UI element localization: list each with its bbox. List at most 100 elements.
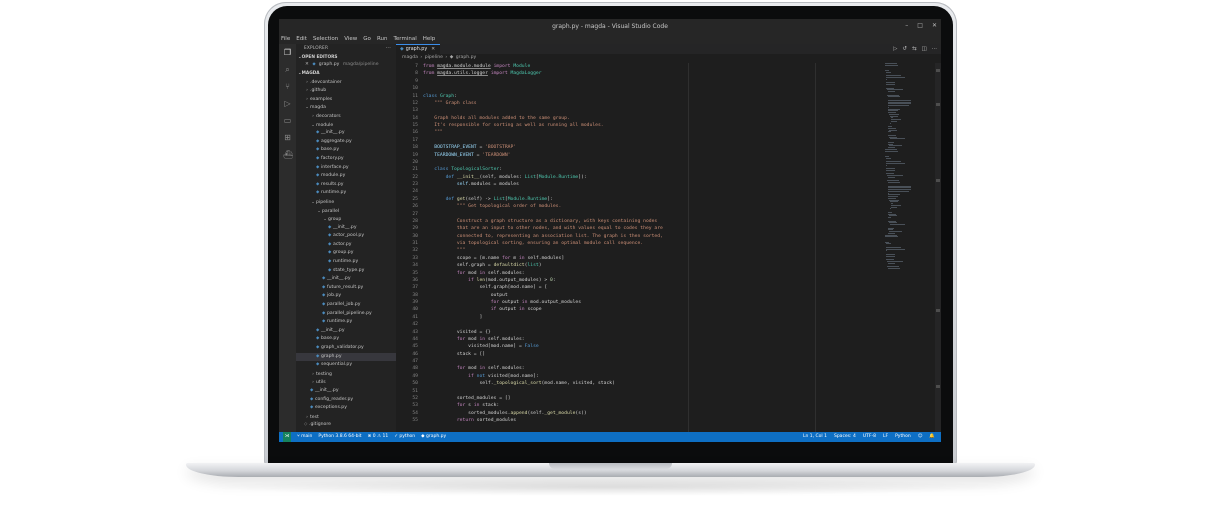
minimize-icon[interactable]: –: [905, 22, 908, 29]
tree-file[interactable]: ◆ aggregate.py: [296, 138, 396, 147]
tree-file[interactable]: ◆ actor_pool.py: [296, 232, 396, 241]
tree-file[interactable]: ◆ graph_validator.py: [296, 344, 396, 353]
debug-icon[interactable]: ▷: [283, 99, 292, 108]
tree-folder[interactable]: ⌄group: [296, 215, 396, 224]
tree-file[interactable]: ◆ interface.py: [296, 164, 396, 173]
tree-folder[interactable]: › .github: [296, 86, 396, 95]
encoding[interactable]: UTF-8: [863, 432, 876, 442]
more-actions-icon[interactable]: ···: [932, 46, 937, 52]
indentation[interactable]: Spaces: 4: [834, 432, 856, 442]
tree-file[interactable]: ◆ parallel_job.py: [296, 301, 396, 310]
tree-file[interactable]: ◆ __init__.py: [296, 275, 396, 284]
menu-item-file[interactable]: File: [281, 36, 290, 42]
vertical-scrollbar[interactable]: [935, 63, 941, 432]
line-number: 27: [412, 211, 418, 217]
tree-file[interactable]: ◆ __init__.py: [296, 387, 396, 396]
minimap[interactable]: [885, 63, 935, 432]
extensions-icon[interactable]: ⊞: [283, 133, 292, 142]
tree-folder[interactable]: ⌄pipeline: [296, 198, 396, 207]
menu-item-help[interactable]: Help: [423, 36, 436, 42]
tree-file[interactable]: ◇ .gitignore: [296, 421, 396, 430]
branch-indicator[interactable]: ⑂ main: [297, 432, 312, 442]
tree-file[interactable]: ◆ results.py: [296, 181, 396, 190]
tree-file[interactable]: ◆ group.py: [296, 249, 396, 258]
tree-folder[interactable]: › test: [296, 413, 396, 422]
tree-file[interactable]: ◆ runtime.py: [296, 189, 396, 198]
tree-file[interactable]: ◆ __init__.py: [296, 224, 396, 233]
close-editor-icon[interactable]: ✕: [305, 62, 309, 67]
breadcrumb-item[interactable]: magda: [402, 55, 418, 60]
code-line: from magda.utils.logger import MagdaLogg…: [423, 71, 542, 77]
tree-file[interactable]: ◆ job.py: [296, 292, 396, 301]
code-editor[interactable]: from magda.module.module import Module fr…: [423, 63, 819, 432]
source-control-icon[interactable]: ⑂: [283, 82, 292, 91]
tree-item-label: runtime.py: [327, 319, 353, 325]
remote-explorer-icon[interactable]: ▭: [283, 116, 292, 125]
language-server[interactable]: ✓ python: [394, 432, 415, 442]
tree-folder[interactable]: ⌄magda: [296, 103, 396, 112]
close-tab-icon[interactable]: ✕: [431, 47, 435, 52]
tree-file[interactable]: ◆ __init__.py: [296, 129, 396, 138]
menu-item-view[interactable]: View: [344, 36, 357, 42]
line-ending[interactable]: LF: [883, 432, 888, 442]
docker-icon[interactable]: ⛴: [283, 150, 293, 159]
tree-item-label: parallel: [322, 208, 340, 214]
menu-item-go[interactable]: Go: [363, 36, 371, 42]
tree-file[interactable]: ◆ factory.py: [296, 155, 396, 164]
history-icon[interactable]: ↺: [902, 46, 907, 52]
tree-file[interactable]: ◆ future_result.py: [296, 284, 396, 293]
project-section[interactable]: ⌄MAGDA: [296, 70, 396, 78]
tree-file[interactable]: ◆ exceptions.py: [296, 404, 396, 413]
maximize-icon[interactable]: □: [917, 22, 923, 29]
tree-file[interactable]: ◆ base.py: [296, 335, 396, 344]
problems-indicator[interactable]: ⊗ 0 ⚠ 11: [368, 432, 389, 442]
tree-file[interactable]: ◆ runtime.py: [296, 258, 396, 267]
tree-folder[interactable]: › examples: [296, 95, 396, 104]
notifications-icon[interactable]: 🔔: [929, 432, 935, 442]
active-file[interactable]: ◆ graph.py: [421, 432, 446, 442]
tree-file[interactable]: ◆ config_reader.py: [296, 396, 396, 405]
tree-folder[interactable]: ⌄parallel: [296, 207, 396, 216]
menu-item-terminal[interactable]: Terminal: [393, 36, 416, 42]
remote-indicator-icon[interactable]: ⋊: [283, 432, 291, 442]
language-mode[interactable]: Python: [895, 432, 911, 442]
breadcrumb-item[interactable]: graph.py: [456, 55, 477, 60]
tree-item-label: interface.py: [321, 164, 349, 170]
close-icon[interactable]: ✕: [932, 22, 937, 29]
files-icon[interactable]: ❐: [283, 48, 292, 57]
tree-folder[interactable]: › utils: [296, 378, 396, 387]
tree-file[interactable]: ◆ runtime.py: [296, 318, 396, 327]
menu-item-edit[interactable]: Edit: [296, 36, 307, 42]
feedback-icon[interactable]: ☺: [918, 432, 923, 442]
menu-item-run[interactable]: Run: [377, 36, 388, 42]
tree-file[interactable]: ◆ state_type.py: [296, 267, 396, 276]
run-icon[interactable]: ▷: [893, 46, 897, 52]
tree-item-label: module.py: [321, 173, 346, 179]
python-interpreter[interactable]: Python 3.8.6 64-bit: [318, 432, 361, 442]
compare-icon[interactable]: ⇆: [912, 46, 917, 52]
tree-file[interactable]: ◆ graph.py: [296, 352, 396, 362]
tree-file[interactable]: ◆ module.py: [296, 172, 396, 181]
tree-item-label: job.py: [327, 293, 342, 299]
tab-graph-py[interactable]: ◆ graph.py ✕: [396, 44, 440, 54]
tree-file[interactable]: ◆ parallel_pipeline.py: [296, 310, 396, 319]
tree-file[interactable]: ◆ sequential.py: [296, 361, 396, 370]
tree-folder[interactable]: ⌄module: [296, 121, 396, 130]
line-number: 49: [412, 373, 418, 379]
open-editors-section[interactable]: ⌄OPEN EDITORS: [296, 53, 396, 61]
tree-folder[interactable]: › decorators: [296, 112, 396, 121]
cursor-position[interactable]: Ln 1, Col 1: [803, 432, 827, 442]
open-editor-item[interactable]: ✕ ◆ graph.py magda/pipeline: [296, 61, 396, 70]
tree-item-label: actor.py: [333, 241, 352, 247]
tree-file[interactable]: ◆ __init__.py: [296, 327, 396, 336]
more-actions-icon[interactable]: ···: [386, 45, 391, 51]
tree-file[interactable]: ◆ actor.py: [296, 241, 396, 250]
menu-item-selection[interactable]: Selection: [313, 36, 338, 42]
split-editor-icon[interactable]: ◫: [922, 46, 927, 52]
breadcrumb-item[interactable]: pipeline: [425, 55, 443, 60]
tree-file[interactable]: ◆ base.py: [296, 146, 396, 155]
search-icon[interactable]: ⌕: [283, 65, 292, 74]
tree-folder[interactable]: › .devcontainer: [296, 78, 396, 87]
tree-folder[interactable]: › testing: [296, 370, 396, 379]
